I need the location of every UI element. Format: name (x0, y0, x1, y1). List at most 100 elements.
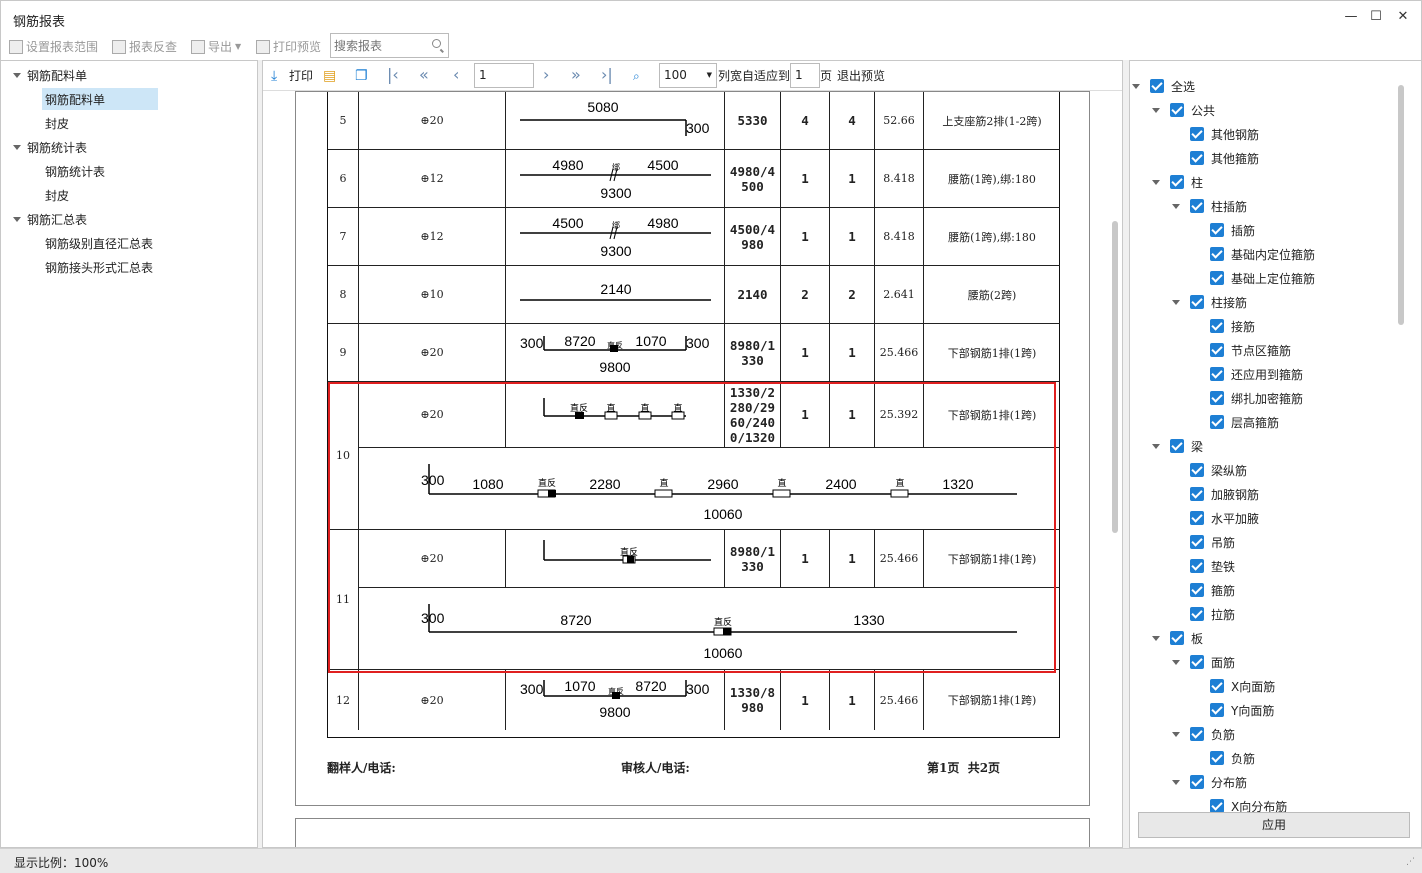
checkbox-checked-icon[interactable] (1170, 175, 1184, 189)
filter-item[interactable]: 箍筋 (1190, 579, 1235, 601)
checkbox-checked-icon[interactable] (1190, 127, 1204, 141)
fit-input[interactable]: 1 (790, 63, 820, 88)
checkbox-checked-icon[interactable] (1170, 439, 1184, 453)
new-page-icon[interactable]: ▤ (323, 66, 336, 86)
filter-item[interactable]: 公共 (1152, 99, 1215, 121)
filter-item[interactable]: Y向面筋 (1210, 699, 1274, 721)
tree-group-2[interactable]: 钢筋统计表 (13, 136, 87, 158)
filter-item[interactable]: 其他箍筋 (1190, 147, 1259, 169)
expand-icon[interactable] (13, 72, 21, 78)
apply-button[interactable]: 应用 (1138, 812, 1410, 838)
checkbox-checked-icon[interactable] (1190, 535, 1204, 549)
expand-icon[interactable] (1152, 443, 1160, 449)
filter-item[interactable]: 负筋 (1172, 723, 1235, 745)
reverse-check-button[interactable]: 报表反查 (112, 38, 177, 55)
prev-fast-icon[interactable]: « (419, 66, 429, 84)
filter-item[interactable]: 柱接筋 (1172, 291, 1247, 313)
filter-item[interactable]: 分布筋 (1172, 771, 1247, 793)
copy-icon[interactable]: ❐ (355, 66, 368, 86)
filter-item[interactable]: 水平加腋 (1190, 507, 1259, 529)
export-button[interactable]: 导出 ▼ (191, 38, 241, 55)
filter-item[interactable]: X向面筋 (1210, 675, 1275, 697)
checkbox-checked-icon[interactable] (1150, 79, 1164, 93)
checkbox-checked-icon[interactable] (1210, 223, 1224, 237)
checkbox-checked-icon[interactable] (1190, 511, 1204, 525)
filter-item[interactable]: 柱 (1152, 171, 1203, 193)
filter-item[interactable]: 梁 (1152, 435, 1203, 457)
tree-group-3[interactable]: 钢筋汇总表 (13, 208, 87, 230)
filter-scrollbar[interactable] (1398, 85, 1404, 325)
next-fast-icon[interactable]: » (571, 66, 581, 84)
minimize-icon[interactable]: — (1340, 7, 1362, 27)
filter-item[interactable]: 绑扎加密箍筋 (1210, 387, 1303, 409)
checkbox-checked-icon[interactable] (1210, 751, 1224, 765)
filter-item[interactable]: 柱插筋 (1172, 195, 1247, 217)
first-page-icon[interactable]: |‹ (387, 66, 399, 84)
checkbox-checked-icon[interactable] (1190, 727, 1204, 741)
checkbox-checked-icon[interactable] (1190, 295, 1204, 309)
checkbox-checked-icon[interactable] (1210, 391, 1224, 405)
checkbox-checked-icon[interactable] (1190, 199, 1204, 213)
expand-icon[interactable] (1172, 203, 1180, 209)
filter-item[interactable]: 全选 (1132, 75, 1195, 97)
expand-icon[interactable] (13, 216, 21, 222)
filter-item[interactable]: 梁纵筋 (1190, 459, 1247, 481)
exit-preview-button[interactable]: 退出预览 (837, 66, 885, 86)
zoom-select[interactable]: 100 ▼ (659, 63, 717, 88)
tree-item[interactable]: 封皮 (45, 112, 69, 134)
resize-grip-icon[interactable]: ⋰ (1406, 857, 1415, 867)
expand-icon[interactable] (1132, 83, 1140, 89)
checkbox-checked-icon[interactable] (1210, 247, 1224, 261)
checkbox-checked-icon[interactable] (1190, 583, 1204, 597)
expand-icon[interactable] (1172, 731, 1180, 737)
filter-item[interactable]: 垫铁 (1190, 555, 1235, 577)
print-preview-button[interactable]: 打印预览 (256, 38, 321, 55)
checkbox-checked-icon[interactable] (1190, 487, 1204, 501)
search-icon[interactable] (432, 39, 441, 48)
filter-item[interactable]: 加腋钢筋 (1190, 483, 1259, 505)
filter-item[interactable]: 拉筋 (1190, 603, 1235, 625)
last-page-icon[interactable]: ›| (601, 66, 613, 84)
tree-item[interactable]: 封皮 (45, 184, 69, 206)
tree-item[interactable]: 钢筋接头形式汇总表 (45, 256, 153, 278)
checkbox-checked-icon[interactable] (1190, 607, 1204, 621)
expand-icon[interactable] (1172, 659, 1180, 665)
report-search-input[interactable] (334, 35, 429, 57)
maximize-icon[interactable]: ☐ (1365, 7, 1387, 27)
prev-page-icon[interactable]: ‹ (453, 66, 459, 84)
checkbox-checked-icon[interactable] (1190, 463, 1204, 477)
checkbox-checked-icon[interactable] (1210, 679, 1224, 693)
checkbox-checked-icon[interactable] (1190, 655, 1204, 669)
filter-item[interactable]: 还应用到箍筋 (1210, 363, 1303, 385)
checkbox-checked-icon[interactable] (1210, 703, 1224, 717)
checkbox-checked-icon[interactable] (1210, 367, 1224, 381)
filter-item[interactable]: 负筋 (1210, 747, 1255, 769)
filter-item[interactable]: 层高箍筋 (1210, 411, 1279, 433)
print-button[interactable]: 打印 (289, 66, 313, 86)
checkbox-checked-icon[interactable] (1170, 631, 1184, 645)
expand-icon[interactable] (1172, 299, 1180, 305)
close-icon[interactable]: ✕ (1392, 7, 1414, 27)
tree-item[interactable]: 钢筋级别直径汇总表 (45, 232, 153, 254)
checkbox-checked-icon[interactable] (1210, 799, 1224, 813)
checkbox-checked-icon[interactable] (1210, 343, 1224, 357)
filter-item[interactable]: 面筋 (1172, 651, 1235, 673)
checkbox-checked-icon[interactable] (1170, 103, 1184, 117)
filter-item[interactable]: 其他钢筋 (1190, 123, 1259, 145)
expand-icon[interactable] (13, 144, 21, 150)
filter-item[interactable]: 基础上定位箍筋 (1210, 267, 1315, 289)
expand-icon[interactable] (1152, 179, 1160, 185)
filter-item[interactable]: 基础内定位箍筋 (1210, 243, 1315, 265)
filter-item[interactable]: 接筋 (1210, 315, 1255, 337)
checkbox-checked-icon[interactable] (1210, 415, 1224, 429)
checkbox-checked-icon[interactable] (1190, 775, 1204, 789)
filter-item[interactable]: 板 (1152, 627, 1203, 649)
set-range-button[interactable]: 设置报表范围 (9, 38, 98, 55)
expand-icon[interactable] (1152, 635, 1160, 641)
expand-icon[interactable] (1172, 779, 1180, 785)
report-search[interactable] (330, 33, 449, 58)
zoom-icon[interactable]: ⌕ (633, 66, 640, 86)
next-page-icon[interactable]: › (543, 66, 549, 84)
page-input[interactable]: 1 (474, 63, 534, 88)
tree-item-selected[interactable]: 钢筋配料单 (42, 88, 158, 110)
